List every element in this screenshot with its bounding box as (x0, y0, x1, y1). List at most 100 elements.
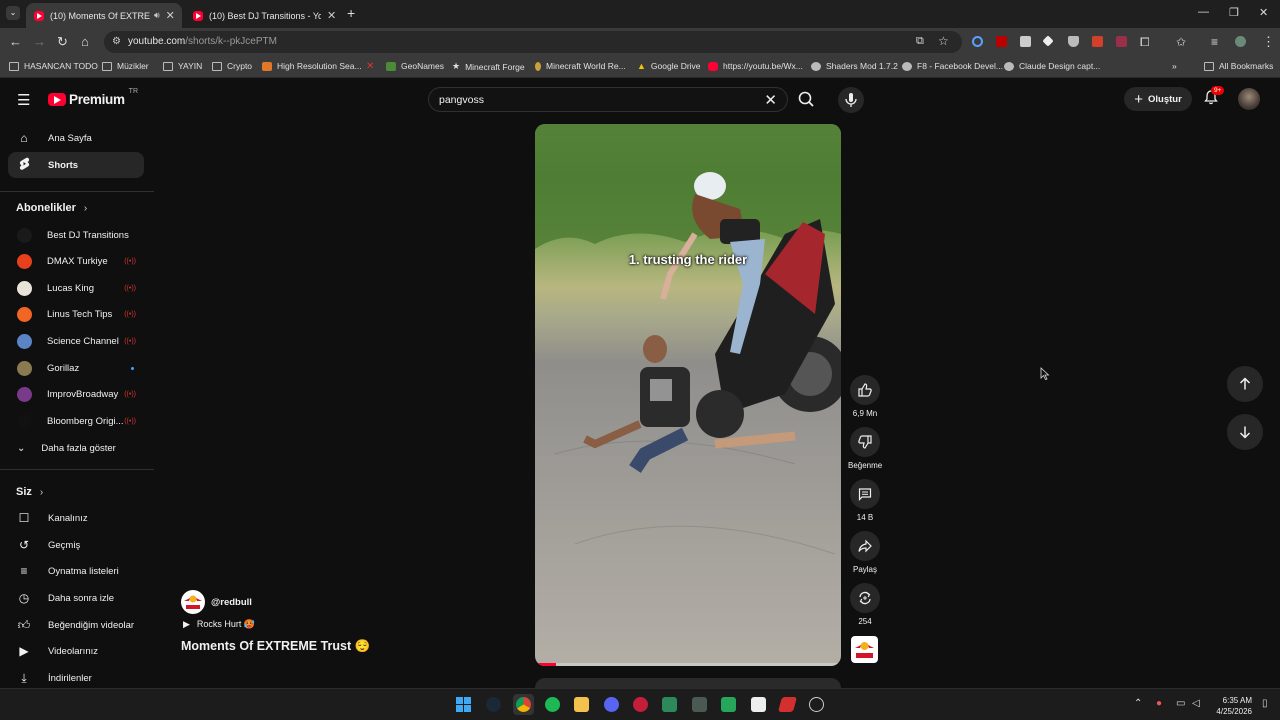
share-button[interactable]: Paylaş (848, 531, 882, 574)
dislike-button[interactable]: Beğenme (848, 427, 882, 470)
extension-5-icon[interactable] (1068, 36, 1079, 47)
tab-best-dj-transitions[interactable]: (10) Best DJ Transitions - YouTu ✕ (185, 3, 341, 28)
search-input[interactable]: pangvoss ✕ (428, 87, 788, 112)
notifications-button[interactable]: 9+ (1203, 86, 1225, 110)
subscription-item[interactable]: Science Channel ((•)) (8, 328, 144, 354)
all-bookmarks-folder[interactable]: All Bookmarks (1204, 61, 1273, 71)
extensions-puzzle-icon[interactable]: ⧠ (1140, 35, 1150, 49)
window-close-icon[interactable]: ✕ (1259, 6, 1268, 19)
tray-mic-icon[interactable]: ● (1156, 698, 1162, 709)
reload-icon[interactable]: ↻ (57, 35, 68, 49)
minimize-icon[interactable]: — (1198, 6, 1209, 18)
forward-icon[interactable]: → (33, 35, 46, 49)
sidebar-item-your-videos[interactable]: ▶ Videolarınız (8, 638, 144, 664)
sidebar-item-shorts[interactable]: Shorts (8, 152, 144, 178)
channel-avatar-redbull[interactable] (851, 636, 878, 663)
bookmark-link[interactable]: High Resolution Sea... (262, 61, 362, 71)
tab-moments-of-extreme[interactable]: (10) Moments Of EXTREME 🔊︎ ✕ (26, 3, 182, 28)
sidebar-item-your-channel[interactable]: ☐ Kanalınız (8, 505, 144, 531)
bookmark-link[interactable]: ★ Minecraft Forge (452, 61, 525, 72)
sidebar-item-history[interactable]: ↺ Geçmiş (8, 532, 144, 558)
account-avatar[interactable] (1238, 88, 1260, 110)
dislike-button-circle[interactable] (850, 427, 880, 457)
extension-2-icon[interactable] (996, 36, 1007, 47)
short-title[interactable]: Moments Of EXTREME Trust 😌 (181, 639, 370, 654)
home-icon[interactable]: ⌂ (81, 35, 89, 49)
sidebar-item-playlists[interactable]: ≡ Oynatma listeleri (8, 558, 144, 584)
tray-network-icon[interactable]: ▭ (1176, 698, 1185, 709)
file-explorer-icon[interactable] (574, 697, 589, 712)
tray-chevron-up-icon[interactable]: ⌃ (1134, 698, 1142, 709)
address-bar[interactable]: ⚙ youtube.com/shorts/k--pkJcePTM ⧉ ☆ (104, 31, 962, 53)
short-video-player[interactable]: 1. trusting the rider (535, 124, 841, 666)
tray-volume-icon[interactable]: ◁ (1192, 698, 1200, 709)
share-button-circle[interactable] (850, 531, 880, 561)
app-red-icon[interactable] (633, 697, 648, 712)
app-pdf-icon[interactable] (777, 697, 798, 712)
tab-search-button[interactable]: ⌄ (6, 6, 20, 20)
next-short-button[interactable] (1227, 414, 1263, 450)
subscription-item[interactable]: Gorillaz (8, 355, 144, 381)
steam-icon[interactable] (486, 697, 501, 712)
create-button[interactable]: + Oluştur (1124, 87, 1192, 111)
app-gray-icon[interactable] (692, 697, 707, 712)
app-circle-icon[interactable] (809, 697, 824, 712)
bookmark-link[interactable]: F8 - Facebook Devel... (902, 61, 1003, 71)
subscription-item[interactable]: ImprovBroadway ((•)) (8, 382, 144, 408)
previous-short-button[interactable] (1227, 366, 1263, 402)
install-app-icon[interactable]: ⧉ (916, 35, 924, 48)
bookmark-folder[interactable]: Müzikler (102, 61, 149, 71)
media-control-icon[interactable]: ≡ (1211, 35, 1218, 49)
discord-icon[interactable] (604, 697, 619, 712)
you-header[interactable]: Siz › (16, 486, 43, 498)
sidebar-item-home[interactable]: ⌂ Ana Sayfa (8, 125, 144, 151)
start-windows-icon[interactable] (456, 697, 471, 712)
sidebar-item-watch-later[interactable]: ◷ Daha sonra izle (8, 585, 144, 611)
app-sheets-icon[interactable] (721, 697, 736, 712)
site-info-icon[interactable]: ⚙ (112, 36, 121, 47)
bookmark-star-icon[interactable]: ☆ (938, 34, 949, 48)
taskbar-clock[interactable]: 6:35 AM 4/25/2026 (1208, 695, 1252, 717)
extension-6-icon[interactable] (1092, 36, 1103, 47)
comments-button-circle[interactable] (850, 479, 880, 509)
chrome-taskbar-button[interactable] (513, 694, 534, 715)
show-more-button[interactable]: ⌄ Daha fazla göster (8, 435, 144, 461)
bookmark-link[interactable]: ▲ Google Drive (637, 61, 701, 71)
bookmark-link[interactable]: Claude Design capt... (1004, 61, 1100, 71)
notification-center-icon[interactable]: ▯ (1262, 698, 1268, 709)
channel-handle[interactable]: @redbull (211, 597, 252, 608)
subscription-item[interactable]: Linus Tech Tips ((•)) (8, 302, 144, 328)
app-w-icon[interactable] (751, 697, 766, 712)
bookmark-link[interactable]: Minecraft World Re... (535, 61, 626, 71)
extension-4-icon[interactable] (1042, 35, 1054, 47)
clear-search-icon[interactable]: ✕ (764, 91, 777, 109)
bookmarks-star-icon[interactable]: ✩ (1176, 35, 1186, 49)
subscription-item[interactable]: DMAX Turkiye ((•)) (8, 249, 144, 275)
menu-kebab-icon[interactable]: ⋮ (1262, 35, 1275, 49)
tab-close-icon[interactable]: ✕ (166, 9, 175, 22)
bookmark-link[interactable]: Shaders Mod 1.7.2 (811, 61, 898, 71)
speaker-icon[interactable]: 🔊︎ (154, 10, 160, 21)
like-button[interactable]: 6,9 Mn (848, 375, 882, 418)
remix-button-circle[interactable] (850, 583, 880, 613)
app-green-icon[interactable] (662, 697, 677, 712)
back-icon[interactable]: ← (9, 35, 22, 49)
subscription-item[interactable]: Bloomberg Origi... ((•)) (8, 408, 144, 434)
channel-info[interactable]: @redbull (181, 590, 252, 614)
comments-button[interactable]: 14 B (848, 479, 882, 522)
profile-icon[interactable] (1235, 36, 1246, 47)
hamburger-menu-icon[interactable]: ☰ (17, 91, 30, 109)
bookmark-link[interactable]: GeoNames (386, 61, 444, 71)
bookmark-link[interactable]: https://youtu.be/Wx... (708, 61, 803, 71)
channel-avatar[interactable] (181, 590, 205, 614)
subscription-item[interactable]: Best DJ Transitions (8, 222, 144, 248)
voice-search-button[interactable] (838, 87, 864, 113)
subscription-item[interactable]: Lucas King ((•)) (8, 275, 144, 301)
music-link[interactable]: ▶ Rocks Hurt 🥵 (183, 619, 255, 630)
extension-7-icon[interactable] (1116, 36, 1127, 47)
remix-button[interactable]: 254 (848, 583, 882, 626)
spotify-icon[interactable] (545, 697, 560, 712)
sidebar-item-liked-videos[interactable]: 👍︎ Beğendiğim videolar (8, 612, 144, 638)
extension-1-icon[interactable] (972, 36, 983, 47)
extension-3-icon[interactable] (1020, 36, 1031, 47)
